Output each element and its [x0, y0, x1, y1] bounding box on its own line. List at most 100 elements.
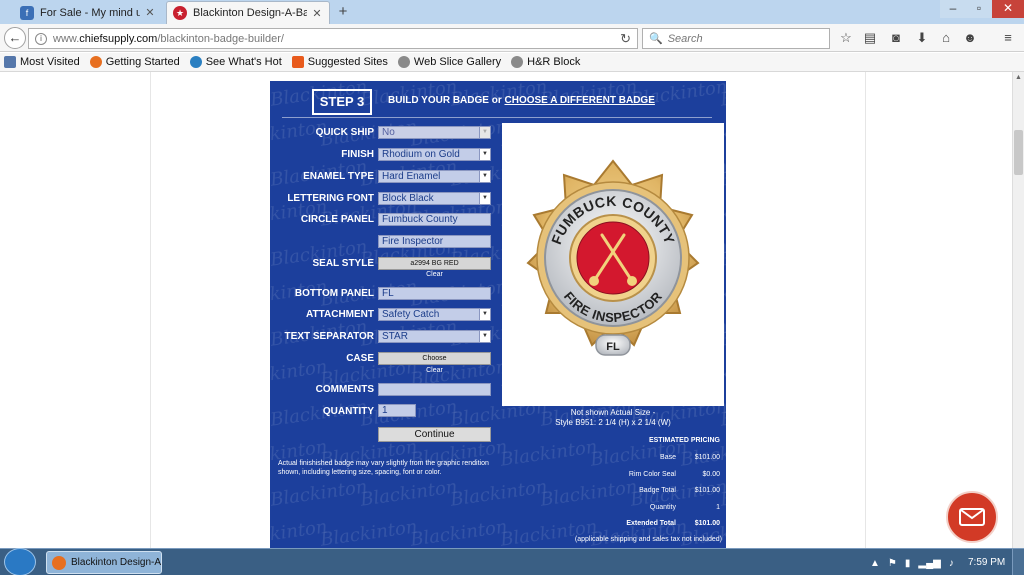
text-separator-label: TEXT SEPARATOR [284, 331, 374, 342]
chevron-down-icon: ▼ [479, 193, 490, 204]
bookmark-hr-block[interactable]: H&R Block [511, 56, 580, 68]
text-separator-select[interactable]: STAR ▼ [378, 330, 491, 343]
minimize-icon[interactable]: – [940, 0, 966, 18]
signal-icon[interactable]: ▂▄▆ [918, 558, 940, 569]
seal-clear-link[interactable]: Clear [378, 271, 491, 278]
pocket-icon[interactable]: ◙ [888, 30, 904, 46]
comments-label: COMMENTS [315, 384, 374, 395]
choose-different-badge-link[interactable]: CHOOSE A DIFFERENT BADGE [505, 95, 655, 106]
bottom-panel-input[interactable]: FL [378, 287, 491, 300]
bookmark-web-slice-gallery[interactable]: Web Slice Gallery [397, 56, 501, 68]
reading-list-icon[interactable]: ▤ [862, 30, 878, 46]
star-favicon-icon: ★ [173, 6, 187, 20]
seal-style-label: SEAL STYLE [312, 258, 375, 269]
reload-icon[interactable]: ↻ [620, 31, 631, 47]
tab-blackinton[interactable]: ★ Blackinton Design-A-Badg... ✕ [166, 1, 330, 24]
watermark-text: Blackinton [319, 516, 419, 548]
contact-mail-button[interactable] [946, 491, 998, 543]
hello-icon[interactable]: ☻ [962, 30, 978, 46]
system-tray: ▲ ⚑ ▮ ▂▄▆ ♪ [870, 555, 962, 571]
close-icon[interactable]: ✕ [311, 7, 323, 20]
tab-for-sale[interactable]: f For Sale - My mind us goin... ✕ [14, 1, 162, 24]
menu-icon[interactable]: ≡ [1000, 30, 1016, 46]
scroll-up-icon[interactable]: ▲ [1013, 72, 1024, 84]
volume-icon[interactable]: ♪ [949, 558, 954, 569]
tab-title: Blackinton Design-A-Badg... [193, 7, 307, 19]
firefox-icon [89, 56, 102, 68]
navigation-bar: ← i www.chiefsupply.com/blackinton-badge… [0, 24, 1024, 52]
size-caption: Not shown Actual Size - Style B951: 2 1/… [555, 408, 671, 427]
home-icon[interactable]: ⌂ [938, 30, 954, 46]
flag-icon[interactable]: ⚑ [888, 558, 897, 569]
close-window-icon[interactable]: ✕ [992, 0, 1024, 18]
back-icon[interactable]: ← [4, 27, 26, 49]
search-bar[interactable]: 🔍 [642, 28, 830, 49]
new-tab-button[interactable]: + [334, 3, 352, 21]
lettering-font-select[interactable]: Block Black ▼ [378, 192, 491, 205]
globe-icon [511, 56, 524, 68]
clock[interactable]: 7:59 PM [968, 557, 1005, 568]
finish-select[interactable]: Rhodium on Gold ▼ [378, 148, 491, 161]
start-button[interactable] [4, 548, 36, 575]
badge-preview-image: FUMBUCK COUNTY FIRE INSPECTOR FL [526, 159, 700, 356]
suggested-sites-icon [291, 56, 304, 68]
firefox-icon [52, 555, 66, 570]
bookmark-star-icon[interactable]: ☆ [838, 30, 854, 46]
watermark-text: Blackinton [359, 476, 459, 511]
attachment-select[interactable]: Safety Catch ▼ [378, 308, 491, 321]
comments-input[interactable] [378, 383, 491, 396]
forum-favicon-icon: f [20, 5, 34, 20]
case-clear-link[interactable]: Clear [378, 367, 491, 374]
chevron-down-icon: ▼ [479, 171, 490, 182]
badge-preview-panel: FUMBUCK COUNTY FIRE INSPECTOR FL [502, 123, 724, 406]
bookmark-getting-started[interactable]: Getting Started [89, 56, 180, 68]
bookmark-most-visited[interactable]: Most Visited [4, 56, 80, 68]
pricing-row: Quantity 1 [649, 504, 720, 511]
circle-panel-bottom-input[interactable]: Fire Inspector [378, 235, 491, 248]
maximize-icon[interactable]: ▫ [966, 0, 992, 18]
bottom-panel-label: BOTTOM PANEL [294, 288, 374, 299]
url-bar[interactable]: i www.chiefsupply.com/blackinton-badge-b… [28, 28, 638, 49]
chevron-down-icon: ▼ [479, 127, 490, 138]
finish-label: FINISH [341, 149, 374, 160]
pricing-row: Base $101.00 [660, 454, 720, 461]
case-label: CASE [346, 353, 374, 364]
tray-expand-icon[interactable]: ▲ [870, 558, 880, 569]
quick-ship-select[interactable]: No ▼ [378, 126, 491, 139]
builder-heading: BUILD YOUR BADGE or CHOOSE A DIFFERENT B… [388, 95, 655, 106]
bookmark-see-whats-hot[interactable]: See What's Hot [189, 56, 282, 68]
chevron-down-icon: ▼ [479, 149, 490, 160]
step-indicator: STEP 3 [312, 89, 372, 115]
folder-icon [4, 56, 16, 68]
pricing-row: Rim Color Seal $0.00 [628, 471, 720, 478]
url-text: www.chiefsupply.com/blackinton-badge-bui… [53, 32, 284, 45]
search-input[interactable] [667, 32, 818, 45]
pricing-note: (applicable shipping and sales tax not i… [574, 536, 722, 543]
watermark-text: Blackinton [409, 516, 509, 548]
seal-style-button[interactable]: a2994 BG RED [378, 257, 491, 270]
info-icon[interactable]: i [35, 32, 47, 45]
scroll-thumb[interactable] [1014, 130, 1023, 175]
divider [282, 117, 712, 118]
bookmarks-bar: Most Visited Getting Started See What's … [0, 53, 1024, 72]
enamel-type-select[interactable]: Hard Enamel ▼ [378, 170, 491, 183]
badge-panel-text: FL [606, 341, 620, 353]
taskbar-firefox-item[interactable]: Blackinton Design-A... [46, 551, 162, 574]
close-icon[interactable]: ✕ [144, 6, 156, 19]
quick-ship-label: QUICK SHIP [315, 127, 374, 138]
download-icon[interactable]: ⬇ [914, 30, 930, 46]
quantity-input[interactable]: 1 [378, 404, 416, 417]
bookmark-suggested-sites[interactable]: Suggested Sites [291, 56, 388, 68]
windows-taskbar: Blackinton Design-A... ▲ ⚑ ▮ ▂▄▆ ♪ 7:59 … [0, 548, 1024, 575]
enamel-type-label: ENAMEL TYPE [303, 171, 374, 182]
pricing-row: Extended Total $101.00 [626, 520, 720, 527]
continue-button[interactable]: Continue [378, 427, 491, 442]
pricing-title: ESTIMATED PRICING [648, 437, 720, 444]
vertical-scrollbar[interactable]: ▲ [1012, 72, 1024, 548]
case-choose-button[interactable]: Choose [378, 352, 491, 365]
show-desktop-button[interactable] [1012, 549, 1024, 575]
badge-builder: Blackinton Blackinton Blackinton Blackinton… [270, 81, 726, 548]
circle-panel-top-input[interactable]: Fumbuck County [378, 213, 491, 226]
network-icon[interactable]: ▮ [905, 558, 911, 569]
tab-strip: f For Sale - My mind us goin... ✕ ★ Blac… [0, 0, 1024, 24]
